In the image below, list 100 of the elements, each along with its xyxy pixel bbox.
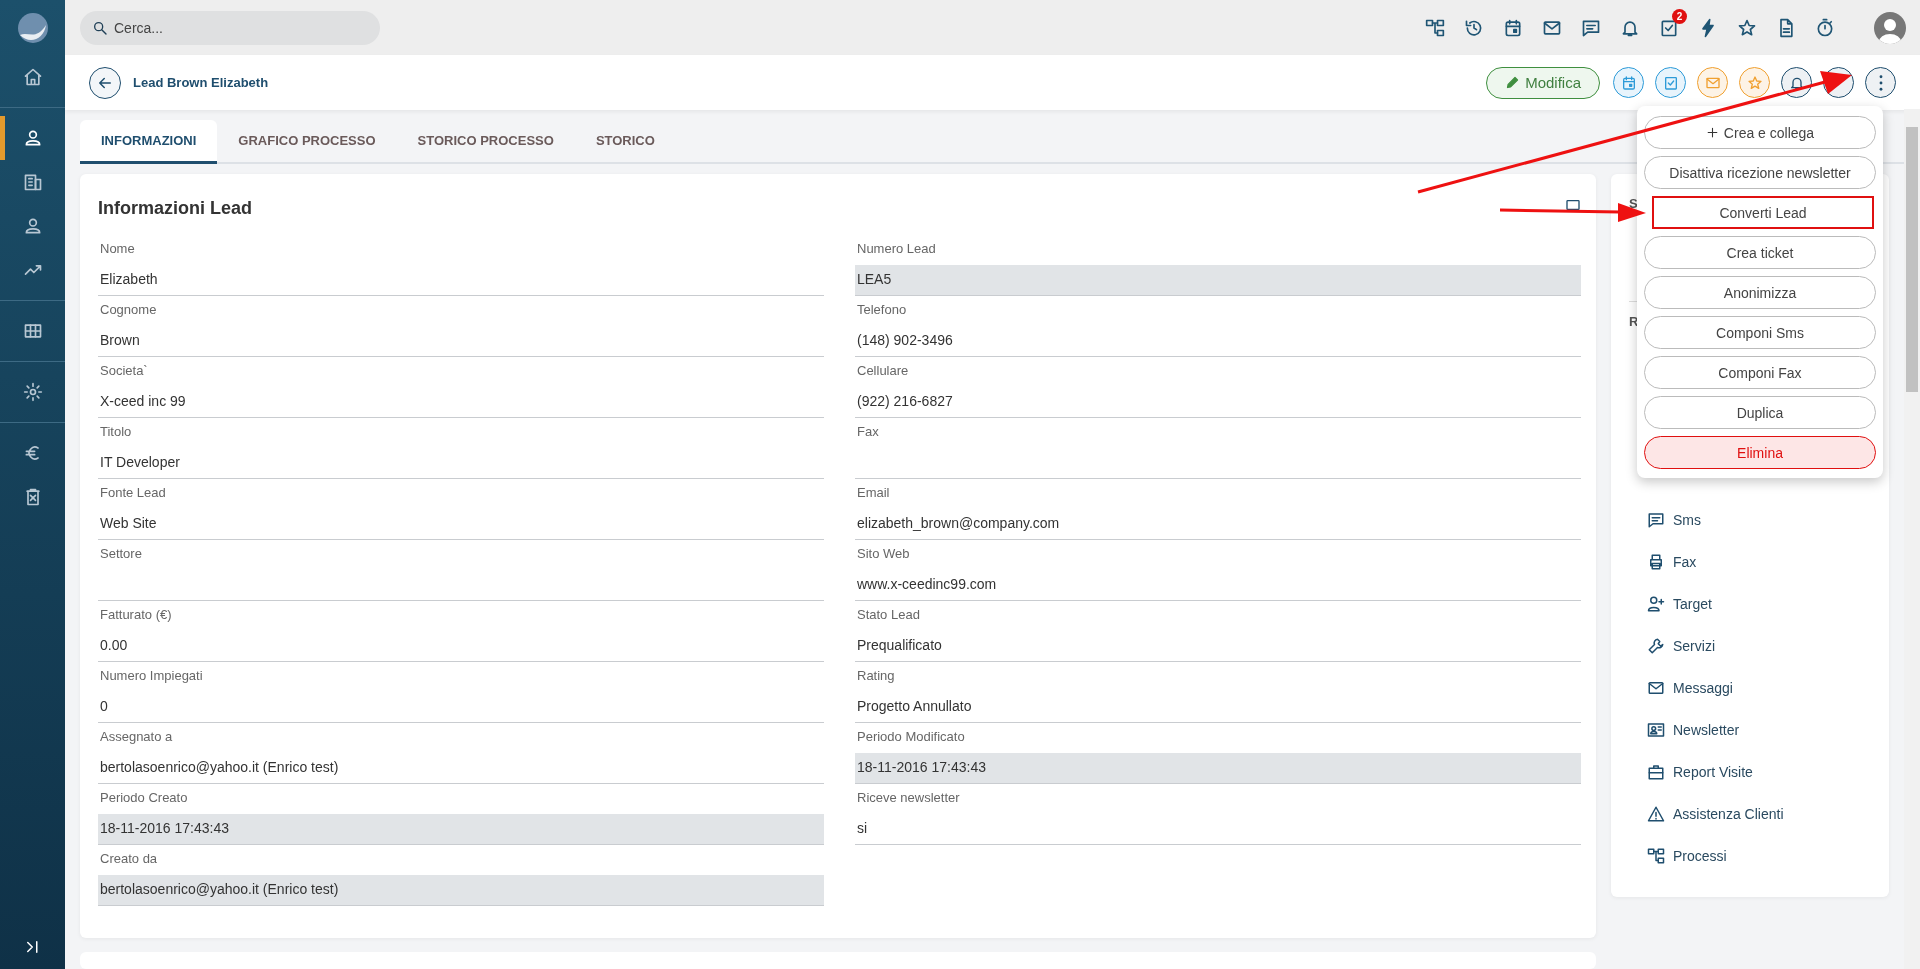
- field-label: Numero Lead: [856, 241, 937, 258]
- field-value: Prequalificato: [855, 631, 1581, 662]
- field-label: Creato da: [99, 851, 159, 868]
- plus-icon: [1705, 126, 1719, 139]
- field-value: elizabeth_brown@company.com: [855, 509, 1581, 540]
- pencil-icon: [1505, 75, 1521, 90]
- field-label: Assegnato a: [99, 729, 174, 746]
- related-link[interactable]: Sms: [1629, 499, 1871, 541]
- star-icon: [1737, 17, 1757, 38]
- field-label: Settore: [99, 546, 143, 563]
- chat-icon: [1647, 511, 1665, 529]
- menu-item[interactable]: Crea e collega: [1644, 116, 1876, 149]
- field-label: Stato Lead: [856, 607, 921, 624]
- calendar-icon: [1620, 74, 1637, 91]
- bell-button[interactable]: [1781, 67, 1812, 98]
- field-value: 0.00: [98, 631, 824, 662]
- globe-logo-icon: [15, 10, 50, 45]
- printer-icon: [1647, 553, 1665, 571]
- field-label: Riceve newsletter: [856, 790, 961, 807]
- home-icon: [22, 67, 43, 87]
- related-link[interactable]: Messaggi: [1629, 667, 1871, 709]
- more-button[interactable]: [1865, 67, 1896, 98]
- tab[interactable]: INFORMAZIONI: [80, 120, 218, 164]
- field-label: Societa`: [99, 363, 149, 380]
- edit-button[interactable]: Modifica: [1486, 66, 1600, 99]
- star-icon: [1746, 74, 1763, 91]
- field-label: Periodo Modificato: [856, 729, 966, 746]
- avatar-icon[interactable]: [1874, 11, 1906, 44]
- more-icon: [1878, 74, 1883, 91]
- field-label: Fax: [856, 424, 880, 441]
- tab[interactable]: STORICO: [574, 120, 676, 164]
- field-value: bertolasoenrico@yahoo.it (Enrico test): [98, 753, 824, 784]
- field-value: IT Developer: [98, 448, 824, 479]
- page-title: Lead Brown Elizabeth: [133, 75, 269, 90]
- field-label: Sito Web: [856, 546, 911, 563]
- field-value: www.x-ceedinc99.com: [855, 570, 1581, 601]
- field-label: Fatturato (€): [99, 607, 173, 624]
- warning-icon: [1647, 805, 1665, 823]
- task-button[interactable]: [1655, 67, 1686, 98]
- card-title: Informazioni Lead: [98, 198, 252, 219]
- field-value: si: [855, 814, 1581, 845]
- menu-item[interactable]: Anonimizza: [1644, 276, 1876, 309]
- field-value: Progetto Annullato: [855, 692, 1581, 723]
- notification-badge: 2: [1672, 8, 1687, 24]
- id-card-icon: [1647, 721, 1665, 739]
- related-link[interactable]: Fax: [1629, 541, 1871, 583]
- panel-heading: S: [1629, 196, 1639, 211]
- star-button[interactable]: [1739, 67, 1770, 98]
- hierarchy-icon: [1425, 17, 1445, 38]
- clipboard-check-icon: [1662, 74, 1679, 91]
- wrench-icon: [1647, 637, 1665, 655]
- field-value: (922) 216-6827: [855, 387, 1581, 418]
- tab[interactable]: STORICO PROCESSO: [396, 120, 575, 164]
- people-add-icon: [1647, 595, 1665, 613]
- field-value: 18-11-2016 17:43:43: [855, 753, 1581, 784]
- related-link[interactable]: Newsletter: [1629, 709, 1871, 751]
- field-value: (148) 902-3496: [855, 326, 1581, 357]
- field-label: Titolo: [99, 424, 133, 441]
- field-label: Cellulare: [856, 363, 910, 380]
- stopwatch-icon: [1815, 17, 1835, 38]
- mail-icon: [1647, 679, 1665, 697]
- hierarchy-icon: [1647, 847, 1665, 865]
- related-link[interactable]: Servizi: [1629, 625, 1871, 667]
- menu-item[interactable]: Duplica: [1644, 396, 1876, 429]
- menu-item[interactable]: Elimina: [1644, 436, 1876, 469]
- field-label: Telefono: [856, 302, 908, 319]
- grid-icon: [22, 321, 43, 341]
- menu-item[interactable]: Componi Fax: [1644, 356, 1876, 389]
- field-value: LEA5: [855, 265, 1581, 296]
- field-label: Numero Impiegati: [99, 668, 204, 685]
- briefcase-icon: [1647, 763, 1665, 781]
- menu-item[interactable]: Crea ticket: [1644, 236, 1876, 269]
- field-value: Brown: [98, 326, 824, 357]
- field-label: Periodo Creato: [99, 790, 189, 807]
- field-value: 0: [98, 692, 824, 723]
- related-link[interactable]: Processi: [1629, 835, 1871, 877]
- field-label: Cognome: [99, 302, 158, 319]
- tab[interactable]: GRAFICO PROCESSO: [217, 120, 397, 164]
- field-value: bertolasoenrico@yahoo.it (Enrico test): [98, 875, 824, 906]
- field-label: Fonte Lead: [99, 485, 167, 502]
- related-link[interactable]: Target: [1629, 583, 1871, 625]
- building-icon: [22, 172, 43, 192]
- calendar-button[interactable]: [1613, 67, 1644, 98]
- scrollbar[interactable]: [1904, 109, 1920, 969]
- related-link[interactable]: Report Visite: [1629, 751, 1871, 793]
- related-link[interactable]: Assistenza Clienti: [1629, 793, 1871, 835]
- field-value: X-ceed inc 99: [98, 387, 824, 418]
- menu-item[interactable]: Disattiva ricezione newsletter: [1644, 156, 1876, 189]
- field-label: Nome: [99, 241, 136, 258]
- panel-heading: R: [1629, 314, 1640, 329]
- field-label: Email: [856, 485, 891, 502]
- field-value: 18-11-2016 17:43:43: [98, 814, 824, 845]
- search-field[interactable]: Cerca...: [80, 10, 380, 45]
- field-label: Rating: [856, 668, 896, 685]
- calendar-icon: [1503, 17, 1523, 38]
- back-button[interactable]: [89, 66, 121, 99]
- field-value: Elizabeth: [98, 265, 824, 296]
- field-value: Web Site: [98, 509, 824, 540]
- menu-item[interactable]: Converti Lead: [1652, 196, 1874, 229]
- menu-item[interactable]: Componi Sms: [1644, 316, 1876, 349]
